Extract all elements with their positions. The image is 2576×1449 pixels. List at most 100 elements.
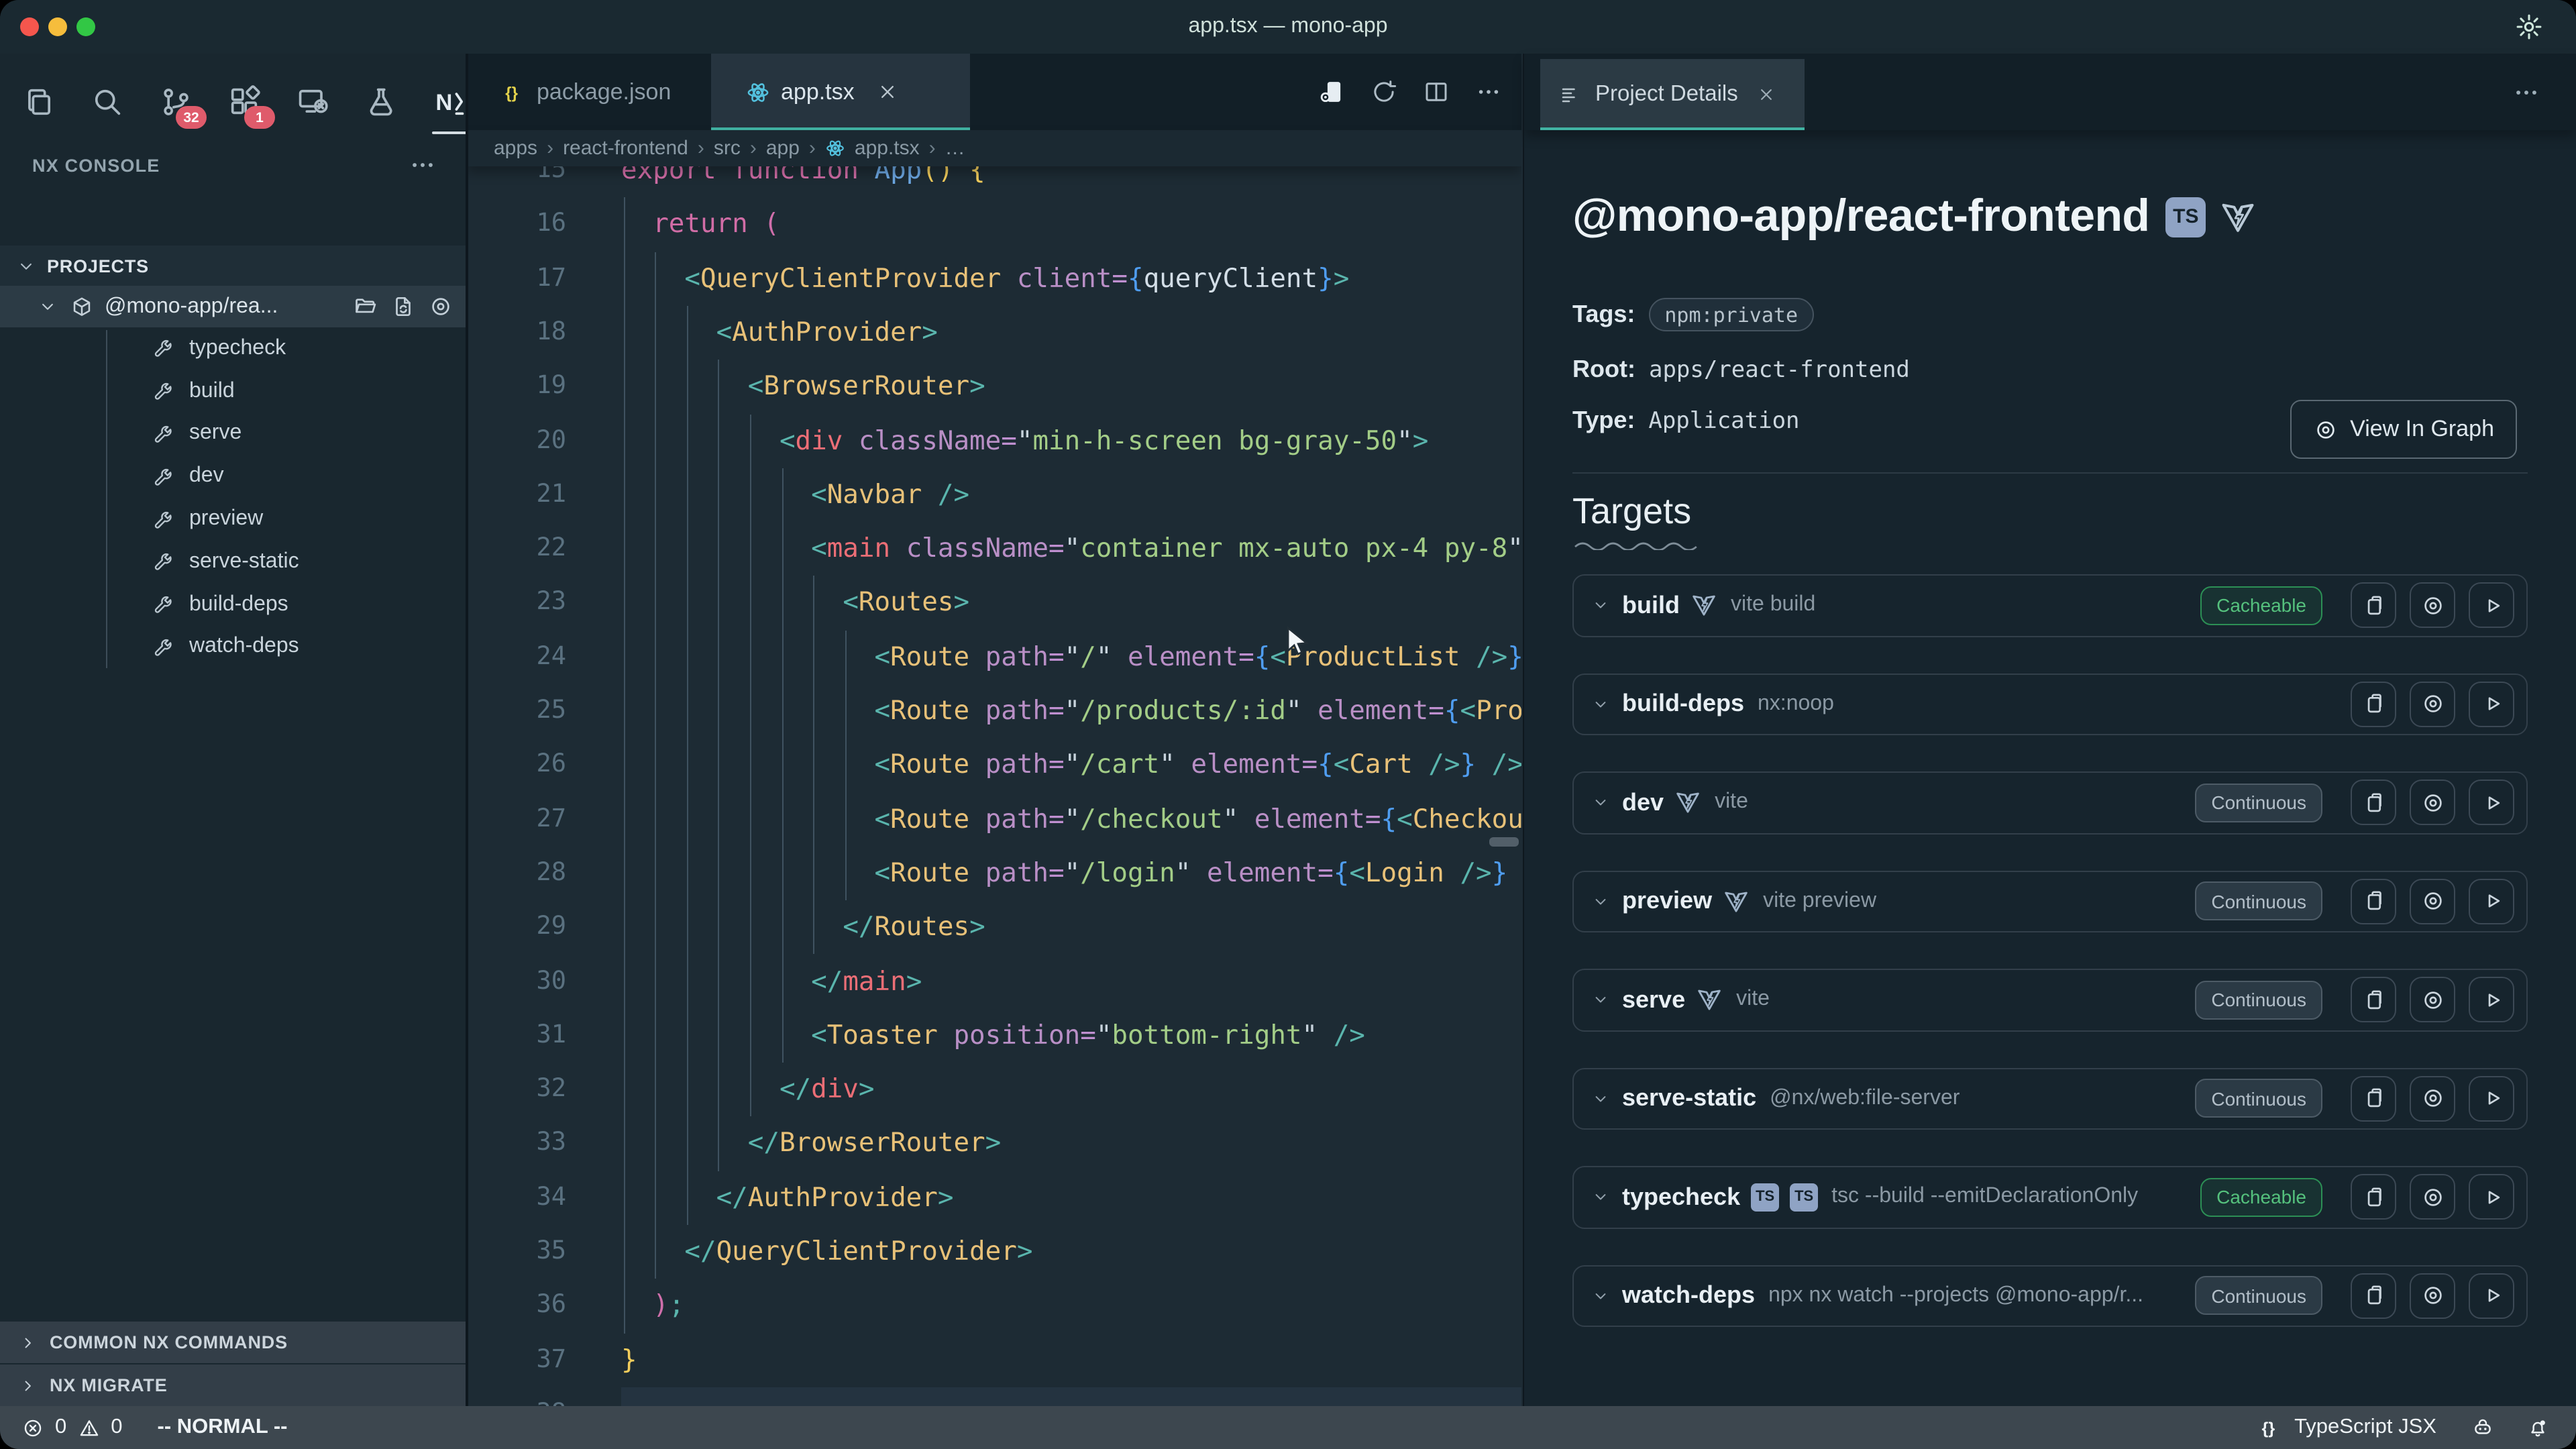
activity-item-beaker[interactable] [356,72,407,131]
tab-project-details[interactable]: Project Details [1540,59,1805,130]
run-project-icon[interactable] [1318,78,1346,106]
breadcrumb-item[interactable]: app.tsx [855,137,920,160]
sidebar-target-serve-static[interactable]: serve-static [0,541,467,584]
code-line[interactable]: 19 <BrowserRouter> [467,360,1521,414]
target-row-serve-static[interactable]: serve-static@nx/web:file-serverContinuou… [1572,1067,2528,1130]
breadcrumb[interactable]: apps›react-frontend›src›app›app.tsx›… [467,130,1521,166]
chevron-down-icon[interactable] [1591,892,1610,911]
run-task-button[interactable] [2469,1076,2514,1122]
chevron-down-icon[interactable] [1591,1188,1610,1207]
sidebar-editor-divider[interactable] [466,54,468,1406]
copy-task-button[interactable] [2351,977,2396,1023]
problems-indicator[interactable]: 0 0 [21,1415,123,1440]
code-area[interactable]: 15export function App() {16 return (17 <… [467,54,1521,1406]
view-task-graph-button[interactable] [2410,583,2455,629]
copy-task-button[interactable] [2351,879,2396,924]
copilot-icon[interactable] [2471,1416,2494,1439]
sidebar-target-watch-deps[interactable]: watch-deps [0,626,467,669]
chevron-down-icon[interactable] [1591,794,1610,812]
sidebar-target-typecheck[interactable]: typecheck [0,327,467,370]
copy-task-button[interactable] [2351,780,2396,826]
copy-task-button[interactable] [2351,1273,2396,1319]
sidebar-target-preview[interactable]: preview [0,498,467,541]
tab-app-tsx[interactable]: app.tsx [711,54,970,130]
view-task-graph-button[interactable] [2410,1175,2455,1220]
code-line[interactable]: 31 <Toaster position="bottom-right" /> [467,1009,1521,1063]
run-task-button[interactable] [2469,682,2514,727]
view-task-graph-button[interactable] [2410,1273,2455,1319]
code-line[interactable]: 23 <Routes> [467,576,1521,631]
breadcrumb-item[interactable]: apps [494,137,537,160]
sidebar-target-dev[interactable]: dev [0,455,467,498]
sidebar-target-serve[interactable]: serve [0,413,467,455]
run-task-button[interactable] [2469,977,2514,1023]
activity-item-search[interactable] [82,72,133,131]
target-row-watch-deps[interactable]: watch-depsnpx nx watch --projects @mono-… [1572,1265,2528,1327]
split-editor-icon[interactable] [1422,78,1450,106]
code-line[interactable]: 27 <Route path="/checkout" element={<Che… [467,792,1521,847]
code-line[interactable]: 24 <Route path="/" element={<ProductList… [467,630,1521,684]
code-line[interactable]: 32 </div> [467,1063,1521,1117]
chevron-down-icon[interactable] [1591,1089,1610,1108]
copy-task-button[interactable] [2351,583,2396,629]
close-icon[interactable] [1757,85,1777,105]
code-line[interactable]: 35 </QueryClientProvider> [467,1225,1521,1279]
target-row-dev[interactable]: devviteContinuous [1572,771,2528,834]
view-task-graph-button[interactable] [2410,682,2455,727]
more-actions-icon[interactable] [1474,78,1503,106]
language-mode[interactable]: {} TypeScript JSX [2258,1415,2436,1440]
target-row-typecheck[interactable]: typecheckTSTStsc --build --emitDeclarati… [1572,1166,2528,1228]
code-line[interactable]: 21 <Navbar /> [467,468,1521,523]
code-line[interactable]: 38 [467,1387,1521,1406]
copy-task-button[interactable] [2351,1175,2396,1220]
view-task-graph-button[interactable] [2410,780,2455,826]
view-task-graph-button[interactable] [2410,977,2455,1023]
editor-panel-divider[interactable] [1522,54,1524,1406]
code-line[interactable]: 36 ); [467,1279,1521,1334]
sidebar-more-icon[interactable] [408,150,437,180]
code-line[interactable]: 37} [467,1333,1521,1387]
activity-item-extensions[interactable]: 1 [219,72,270,131]
scrollbar-thumb[interactable] [1489,837,1519,847]
chevron-down-icon[interactable] [1591,1287,1610,1305]
run-task-button[interactable] [2469,583,2514,629]
activity-item-files[interactable] [13,72,64,131]
activity-item-source-control[interactable]: 32 [150,72,201,131]
code-line[interactable]: 18 <AuthProvider> [467,306,1521,360]
copy-task-button[interactable] [2351,682,2396,727]
activity-item-remote-explorer[interactable] [287,72,338,131]
folder-icon[interactable] [353,294,378,319]
projects-section-header[interactable]: PROJECTS [0,246,467,286]
sidebar-project-row[interactable]: @mono-app/rea... [0,286,467,327]
code-line[interactable]: 17 <QueryClientProvider client={queryCli… [467,252,1521,306]
chevron-down-icon[interactable] [1591,596,1610,615]
sidebar-target-build[interactable]: build [0,370,467,413]
target-row-build[interactable]: buildvite buildCacheable [1572,574,2528,637]
run-task-button[interactable] [2469,879,2514,924]
code-line[interactable]: 30 </main> [467,955,1521,1009]
code-line[interactable]: 26 <Route path="/cart" element={<Cart />… [467,739,1521,793]
sidebar-section-nx-migrate[interactable]: NX MIGRATE [0,1364,467,1406]
view-task-graph-button[interactable] [2410,879,2455,924]
code-line[interactable]: 34 </AuthProvider> [467,1171,1521,1225]
code-line[interactable]: 25 <Route path="/products/:id" element={… [467,684,1521,739]
target-row-build-deps[interactable]: build-depsnx:noop [1572,673,2528,735]
more-actions-icon[interactable] [2512,78,2541,107]
code-line[interactable]: 16 return ( [467,198,1521,252]
copy-task-button[interactable] [2351,1076,2396,1122]
breadcrumb-item[interactable]: react-frontend [563,137,688,160]
target-row-serve[interactable]: serveviteContinuous [1572,969,2528,1031]
view-in-graph-button[interactable]: View In Graph [2290,400,2517,459]
sidebar-target-build-deps[interactable]: build-deps [0,584,467,627]
run-task-button[interactable] [2469,1273,2514,1319]
target-row-preview[interactable]: previewvite previewContinuous [1572,870,2528,932]
settings-gear-icon[interactable] [2514,12,2544,42]
chevron-down-icon[interactable] [1591,991,1610,1010]
view-task-graph-button[interactable] [2410,1076,2455,1122]
target-icon[interactable] [428,294,453,319]
notifications-bell-icon[interactable] [2526,1416,2549,1439]
code-line[interactable]: 20 <div className="min-h-screen bg-gray-… [467,414,1521,468]
run-task-button[interactable] [2469,780,2514,826]
code-line[interactable]: 22 <main className="container mx-auto px… [467,522,1521,576]
file-refresh-icon[interactable] [390,294,416,319]
